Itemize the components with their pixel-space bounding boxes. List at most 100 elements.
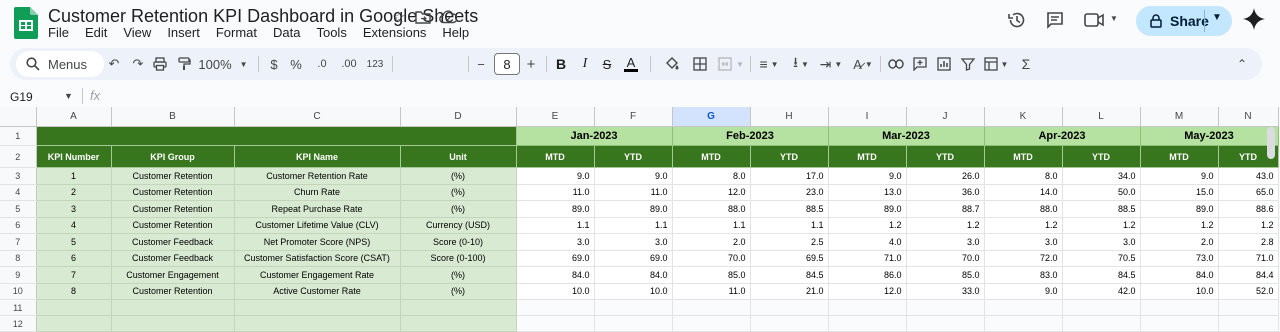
cell[interactable]: [234, 315, 401, 332]
value-cell[interactable]: 69.0: [516, 250, 595, 267]
font-size-input[interactable]: 8: [494, 53, 520, 75]
value-cell[interactable]: 65.0: [1218, 184, 1279, 201]
month-header[interactable]: May-2023: [1140, 126, 1279, 146]
header-cell[interactable]: KPI Name: [234, 145, 401, 168]
column-header-n[interactable]: N: [1218, 107, 1279, 127]
value-cell[interactable]: 3.0: [516, 233, 595, 251]
row-header[interactable]: 2: [0, 145, 37, 168]
value-cell[interactable]: 17.0: [750, 167, 829, 185]
kpi-group-cell[interactable]: Customer Retention: [111, 184, 235, 201]
decrease-decimal-button[interactable]: .0: [310, 48, 334, 80]
header-cell[interactable]: YTD: [594, 145, 673, 168]
cloud-status-icon[interactable]: [439, 8, 457, 26]
cell[interactable]: [984, 315, 1063, 332]
value-cell[interactable]: 10.0: [516, 283, 595, 300]
value-cell[interactable]: 12.0: [672, 184, 751, 201]
merge-cells-icon[interactable]: ▼: [714, 48, 748, 80]
value-cell[interactable]: 71.0: [1218, 250, 1279, 267]
column-header-i[interactable]: I: [828, 107, 907, 127]
menu-tools[interactable]: Tools: [308, 25, 354, 41]
menu-file[interactable]: File: [40, 25, 77, 41]
increase-decimal-button[interactable]: .00: [336, 48, 362, 80]
kpi-group-cell[interactable]: Customer Feedback: [111, 250, 235, 267]
cell[interactable]: [1218, 315, 1279, 332]
value-cell[interactable]: 9.0: [516, 167, 595, 185]
kpi-name-cell[interactable]: Churn Rate: [234, 184, 401, 201]
cell[interactable]: [672, 299, 751, 316]
value-cell[interactable]: 11.0: [516, 184, 595, 201]
kpi-group-cell[interactable]: Customer Retention: [111, 283, 235, 300]
cell[interactable]: [1062, 299, 1141, 316]
cell[interactable]: [828, 315, 907, 332]
value-cell[interactable]: 88.6: [1218, 200, 1279, 218]
header-merged-cell[interactable]: [36, 126, 517, 146]
kpi-number-cell[interactable]: 4: [36, 217, 112, 234]
unit-cell[interactable]: (%): [400, 167, 517, 185]
menu-format[interactable]: Format: [208, 25, 265, 41]
row-header[interactable]: 6: [0, 217, 37, 234]
insert-chart-icon[interactable]: [932, 48, 956, 80]
functions-icon[interactable]: Σ: [1014, 48, 1038, 80]
kpi-group-cell[interactable]: Customer Retention: [111, 200, 235, 218]
filter-icon[interactable]: [956, 48, 980, 80]
value-cell[interactable]: 2.8: [1218, 233, 1279, 251]
share-dropdown-icon[interactable]: ▼: [1212, 12, 1222, 23]
month-header[interactable]: Jan-2023: [516, 126, 673, 146]
cell[interactable]: [906, 299, 985, 316]
menu-insert[interactable]: Insert: [159, 25, 208, 41]
menu-view[interactable]: View: [115, 25, 159, 41]
header-cell[interactable]: MTD: [984, 145, 1063, 168]
value-cell[interactable]: 88.0: [672, 200, 751, 218]
strikethrough-icon[interactable]: S: [596, 48, 618, 80]
history-icon[interactable]: [1006, 9, 1028, 31]
cell[interactable]: [36, 315, 112, 332]
select-all-corner[interactable]: [0, 107, 37, 127]
cell[interactable]: [828, 299, 907, 316]
header-cell[interactable]: MTD: [516, 145, 595, 168]
value-cell[interactable]: 1.2: [984, 217, 1063, 234]
spreadsheet-grid[interactable]: A B C D E F G H I J K L M N 1 Jan-2023 F…: [0, 107, 1279, 332]
month-header[interactable]: Feb-2023: [672, 126, 829, 146]
column-header-g[interactable]: G: [672, 107, 751, 127]
cell[interactable]: [750, 315, 829, 332]
value-cell[interactable]: 9.0: [594, 167, 673, 185]
column-header-j[interactable]: J: [906, 107, 985, 127]
value-cell[interactable]: 89.0: [1140, 200, 1219, 218]
value-cell[interactable]: 15.0: [1140, 184, 1219, 201]
insert-comment-icon[interactable]: [908, 48, 932, 80]
row-header[interactable]: 4: [0, 184, 37, 201]
value-cell[interactable]: 2.5: [750, 233, 829, 251]
column-header-c[interactable]: C: [234, 107, 401, 127]
column-header-m[interactable]: M: [1140, 107, 1219, 127]
kpi-number-cell[interactable]: 6: [36, 250, 112, 267]
kpi-group-cell[interactable]: Customer Retention: [111, 217, 235, 234]
row-header[interactable]: 9: [0, 266, 37, 284]
value-cell[interactable]: 50.0: [1062, 184, 1141, 201]
unit-cell[interactable]: Currency (USD): [400, 217, 517, 234]
unit-cell[interactable]: (%): [400, 184, 517, 201]
value-cell[interactable]: 73.0: [1140, 250, 1219, 267]
value-cell[interactable]: 10.0: [594, 283, 673, 300]
value-cell[interactable]: 69.0: [594, 250, 673, 267]
name-box-dropdown-icon[interactable]: ▼: [64, 91, 73, 101]
header-cell[interactable]: Unit: [400, 145, 517, 168]
value-cell[interactable]: 10.0: [1140, 283, 1219, 300]
cell[interactable]: [400, 299, 517, 316]
column-header-k[interactable]: K: [984, 107, 1063, 127]
row-header[interactable]: 3: [0, 167, 37, 185]
column-header-b[interactable]: B: [111, 107, 235, 127]
column-header-h[interactable]: H: [750, 107, 829, 127]
value-cell[interactable]: 9.0: [984, 283, 1063, 300]
redo-icon[interactable]: ↷: [126, 48, 150, 80]
value-cell[interactable]: 14.0: [984, 184, 1063, 201]
value-cell[interactable]: 70.0: [672, 250, 751, 267]
menu-help[interactable]: Help: [434, 25, 477, 41]
number-format-button[interactable]: 123: [362, 48, 388, 80]
unit-cell[interactable]: (%): [400, 200, 517, 218]
kpi-group-cell[interactable]: Customer Engagement: [111, 266, 235, 284]
value-cell[interactable]: 1.1: [516, 217, 595, 234]
cell[interactable]: [750, 299, 829, 316]
cell[interactable]: [1218, 299, 1279, 316]
cell[interactable]: [516, 299, 595, 316]
value-cell[interactable]: 72.0: [984, 250, 1063, 267]
